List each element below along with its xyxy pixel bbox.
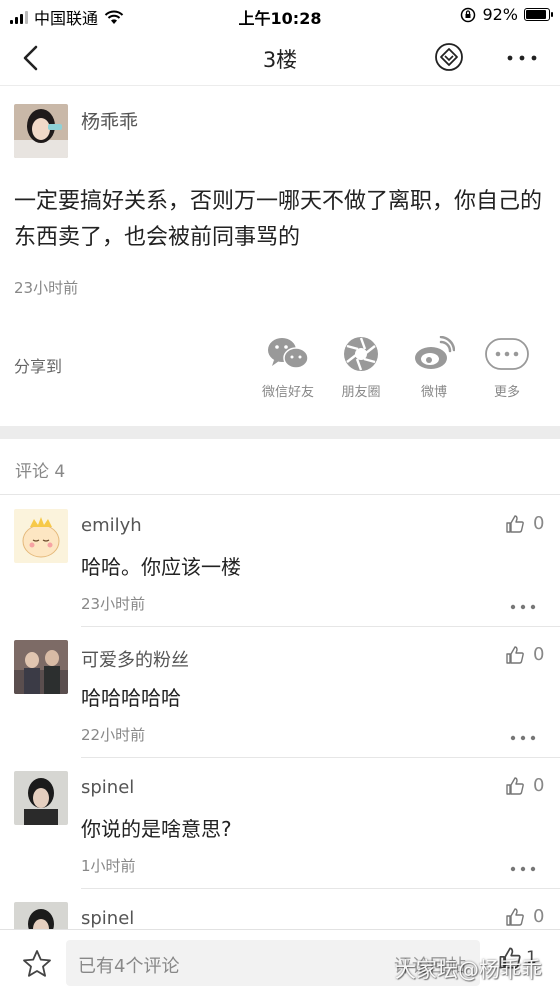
comments-count: 评论 4 (15, 462, 66, 482)
comment-time: 1小时前 (81, 857, 136, 875)
divider (81, 888, 560, 889)
author-avatar[interactable] (14, 104, 68, 158)
comment-avatar[interactable] (14, 509, 68, 563)
comment-author[interactable]: spinel (81, 908, 134, 929)
comment-more-icon[interactable] (509, 603, 537, 611)
share-more-button[interactable]: 更多 (472, 334, 542, 400)
thumbs-up-icon (506, 907, 524, 926)
comment-time: 22小时前 (81, 726, 146, 744)
comment-avatar[interactable] (14, 640, 68, 694)
weibo-icon (415, 336, 455, 369)
comment-like-button[interactable]: 0 (505, 775, 544, 796)
comment-like-button[interactable]: 0 (505, 513, 544, 534)
comment-like-count: 0 (533, 775, 545, 796)
comment-like-count: 0 (533, 513, 545, 534)
comment-avatar[interactable] (14, 771, 68, 825)
battery-icon (524, 8, 553, 21)
section-divider (0, 426, 560, 439)
page-title: 3楼 (262, 48, 298, 72)
comment-like-count: 0 (533, 644, 545, 665)
comment-like-button[interactable]: 0 (505, 644, 544, 665)
share-wechat-label: 微信好友 (261, 385, 314, 400)
divider (81, 757, 560, 758)
nav-bar: 3楼 (0, 30, 560, 86)
rotation-lock-icon (461, 7, 476, 22)
comment-more-icon[interactable] (509, 734, 537, 742)
thumbs-up-icon (506, 514, 524, 533)
share-moments-button[interactable]: 朋友圈 (326, 334, 396, 400)
comment-text: 哈哈。你应该一楼 (81, 555, 241, 579)
comment-text: 哈哈哈哈哈 (81, 686, 181, 710)
comment-text: 你说的是啥意思? (81, 817, 232, 841)
comment-like-count: 0 (533, 906, 545, 927)
more-icon (485, 338, 529, 370)
share-weibo-button[interactable]: 微博 (399, 334, 469, 400)
share-moments-label: 朋友圈 (341, 385, 381, 400)
comment-more-icon[interactable] (509, 865, 537, 873)
post-time: 23小时前 (14, 279, 79, 297)
favorite-star-icon[interactable] (21, 948, 53, 980)
reward-icon[interactable] (434, 42, 464, 72)
post-body: 一定要搞好关系，否则万一哪天不做了离职，你自己的东西卖了，也会被前同事骂的 (14, 189, 543, 250)
comment-author[interactable]: emilyh (81, 515, 142, 536)
battery-percent: 92% (482, 5, 518, 24)
more-options-icon[interactable] (505, 44, 539, 72)
comment-input-placeholder: 已有4个评论 (78, 956, 180, 977)
share-more-label: 更多 (493, 385, 520, 400)
share-label: 分享到 (14, 357, 63, 376)
share-weibo-label: 微博 (420, 385, 447, 400)
thumbs-up-icon (506, 645, 524, 664)
watermark: 大家坛@杨乖乖 (395, 958, 542, 982)
comment-like-button[interactable]: 0 (505, 906, 544, 927)
comment-author[interactable]: 可爱多的粉丝 (81, 646, 189, 672)
divider (0, 494, 560, 495)
comment-author[interactable]: spinel (81, 777, 134, 798)
share-wechat-button[interactable]: 微信好友 (253, 334, 323, 400)
moments-icon (344, 337, 378, 371)
comment-time: 23小时前 (81, 595, 146, 613)
divider (81, 626, 560, 627)
author-name[interactable]: 杨乖乖 (81, 107, 138, 134)
wechat-icon (268, 338, 309, 369)
thumbs-up-icon (506, 776, 524, 795)
status-bar: 中国联通 上午10:28 92% (0, 0, 560, 30)
